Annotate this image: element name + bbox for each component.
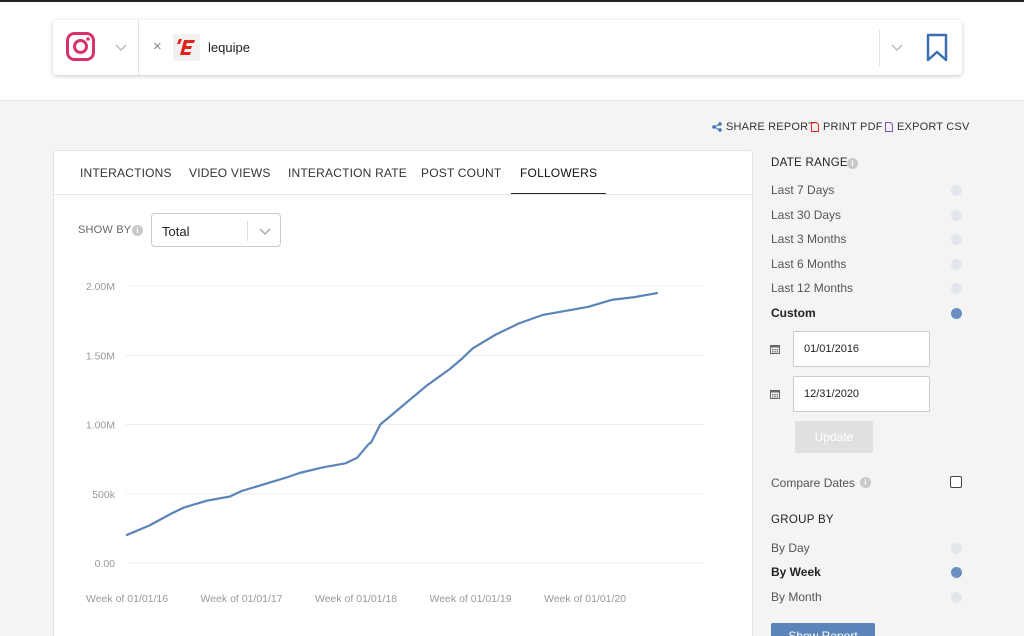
x-tick-label: Week of 01/01/20 [544,593,626,605]
group-option-by-day[interactable]: By Day [771,541,810,555]
radio-last-3-months[interactable] [951,234,962,245]
y-tick-label: 2.00M [86,281,115,293]
x-tick-label: Week of 01/01/16 [86,593,168,605]
group-by-title: GROUP BY [771,514,834,526]
share-report-label: SHARE REPORT [726,121,815,133]
radio-last-12-months[interactable] [951,283,962,294]
lequipe-logo [173,34,200,61]
followers-line-chart: 0.00 500k 1.00M 1.50M 2.00M Week of 01/01/16 W… [86,281,704,605]
radio-custom[interactable] [951,308,962,319]
end-date-input[interactable] [793,376,930,412]
radio-by-week[interactable] [951,567,962,578]
header-area: × lequipe [0,2,1024,101]
profile-search-bar[interactable]: × lequipe [53,20,962,75]
date-option-last-12-months[interactable]: Last 12 Months [771,281,853,295]
compare-dates-checkbox[interactable] [950,476,962,488]
start-date-input[interactable] [793,331,930,367]
info-icon[interactable]: i [847,158,858,169]
date-option-custom[interactable]: Custom [771,306,816,320]
followers-series-line [125,291,658,537]
date-option-last-7-days[interactable]: Last 7 Days [771,183,834,197]
calendar-icon [770,345,780,354]
print-pdf-label: PRINT PDF [823,121,883,133]
export-csv-link[interactable]: EXPORT CSV [885,120,970,134]
update-button[interactable]: Update [795,421,873,453]
x-tick-label: Week of 01/01/17 [201,593,283,605]
show-report-button[interactable]: Show Report [771,623,875,636]
chevron-down-icon[interactable] [115,44,127,52]
calendar-icon [770,390,780,399]
date-range-title: DATE RANGE [771,157,848,169]
bookmark-icon[interactable] [925,33,949,63]
info-icon[interactable]: i [860,477,871,488]
remove-profile-button[interactable]: × [153,37,162,57]
x-tick-label: Week of 01/01/19 [430,593,512,605]
export-csv-label: EXPORT CSV [897,121,970,133]
pdf-file-icon [811,122,819,132]
group-option-by-week[interactable]: By Week [771,565,821,579]
share-report-link[interactable]: SHARE REPORT [712,120,815,134]
chart-panel: INTERACTIONS VIDEO VIEWS INTERACTION RAT… [53,150,753,636]
date-option-last-6-months[interactable]: Last 6 Months [771,257,846,271]
lequipe-logo-mark [177,39,195,55]
print-pdf-link[interactable]: PRINT PDF [811,120,883,134]
y-tick-label: 500k [92,489,116,501]
date-option-last-30-days[interactable]: Last 30 Days [771,208,841,222]
share-icon [712,122,722,132]
divider [879,30,880,66]
radio-last-6-months[interactable] [951,259,962,270]
profile-name: lequipe [208,40,250,55]
radio-by-month[interactable] [951,592,962,603]
radio-last-7-days[interactable] [951,185,962,196]
y-tick-label: 1.50M [86,350,115,362]
date-option-last-3-months[interactable]: Last 3 Months [771,232,846,246]
radio-last-30-days[interactable] [951,210,962,221]
instagram-icon[interactable] [66,32,95,61]
compare-dates-label[interactable]: Compare Dates [771,476,855,490]
y-tick-label: 0.00 [95,558,116,570]
y-tick-label: 1.00M [86,420,115,432]
x-tick-label: Week of 01/01/18 [315,593,397,605]
csv-file-icon [885,122,893,132]
chevron-down-icon[interactable] [891,44,903,52]
divider [138,20,139,75]
filters-sidebar: DATE RANGE i Last 7 Days Last 30 Days La… [762,150,972,636]
radio-by-day[interactable] [951,543,962,554]
group-option-by-month[interactable]: By Month [771,590,822,604]
